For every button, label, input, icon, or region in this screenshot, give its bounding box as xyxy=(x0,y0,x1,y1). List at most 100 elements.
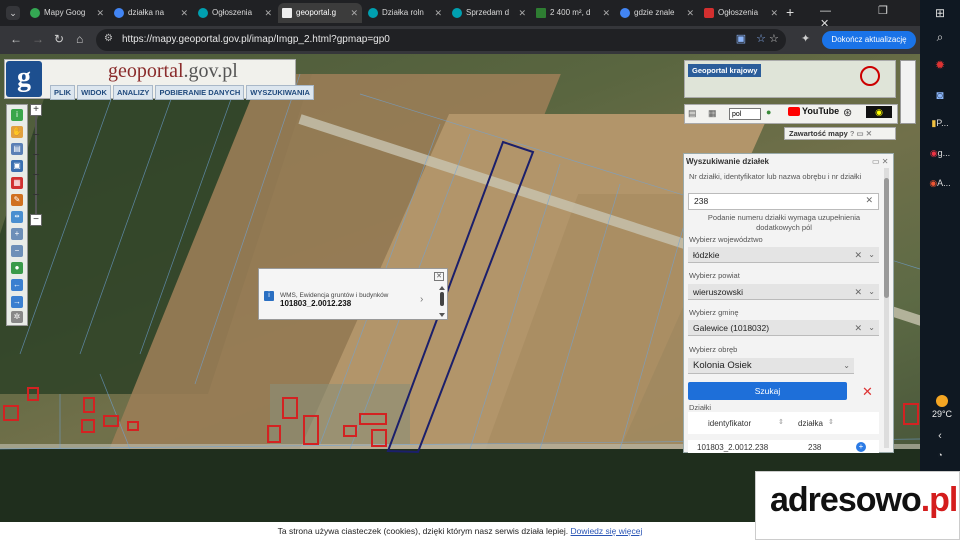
zoom-minus-button[interactable]: − xyxy=(30,214,42,226)
pan-hand-icon[interactable]: ✋ xyxy=(11,126,23,138)
language-select[interactable]: pol xyxy=(729,108,761,120)
taskbar-item[interactable]: ◉g... xyxy=(928,148,952,168)
close-tab-icon[interactable]: ✕ xyxy=(180,3,188,23)
parcel-number-input[interactable]: 238 ✕ xyxy=(688,193,879,210)
map-content-icons[interactable]: ? ▭ ✕ xyxy=(850,129,872,138)
chevron-down-icon[interactable]: ⌄ xyxy=(868,284,875,300)
column-parcel[interactable]: działka xyxy=(798,419,823,428)
contrast-icon[interactable]: ◉ xyxy=(866,106,892,118)
compass-icon[interactable]: ✲ xyxy=(11,311,23,323)
scrollbar-thumb[interactable] xyxy=(884,178,889,298)
camera-icon[interactable]: ◙ xyxy=(928,88,952,108)
side-tools[interactable] xyxy=(900,60,916,124)
menu-wyszukiwania[interactable]: WYSZUKIWANIA xyxy=(246,85,314,100)
zoom-plus-button[interactable]: + xyxy=(30,104,42,116)
clear-icon[interactable]: ✕ xyxy=(854,320,862,336)
globe-icon[interactable]: ● xyxy=(11,262,23,274)
close-tab-icon[interactable]: ✕ xyxy=(770,3,778,23)
reset-icon[interactable]: ✕ xyxy=(862,384,873,400)
menu-plik[interactable]: PLIK xyxy=(50,85,76,100)
close-tab-icon[interactable]: ✕ xyxy=(264,3,272,23)
profile-icon[interactable]: ✦ xyxy=(801,32,810,45)
update-button[interactable]: Dokończ aktualizację xyxy=(822,31,916,49)
tab-dzialka[interactable]: działka na ✕ xyxy=(110,3,192,23)
chevron-down-icon[interactable]: ⌄ xyxy=(868,320,875,336)
clear-icon[interactable]: ✕ xyxy=(854,284,862,300)
app-icon[interactable]: ✹ xyxy=(928,58,952,78)
tab-ogloszenia-2[interactable]: Ogłoszenia ✕ xyxy=(700,3,782,23)
pencil-icon[interactable]: ✎ xyxy=(11,194,23,206)
sort-icon[interactable]: ⇕ xyxy=(778,418,784,426)
popup-close-icon[interactable]: ✕ xyxy=(434,272,444,281)
county-select[interactable]: wieruszowski ✕ ⌄ xyxy=(688,284,879,300)
close-tab-icon[interactable]: ✕ xyxy=(602,3,610,23)
clear-icon[interactable]: ✕ xyxy=(865,195,873,206)
sort-icon[interactable]: ⇕ xyxy=(828,418,834,426)
panel-scrollbar[interactable] xyxy=(884,168,889,448)
precinct-select[interactable]: Kolonia Osiek ⌄ xyxy=(688,358,854,374)
close-tab-icon[interactable]: ✕ xyxy=(350,3,358,23)
windows-start-icon[interactable]: ⊞ xyxy=(928,6,952,26)
popup-scrollbar[interactable] xyxy=(439,286,445,318)
menu-analizy[interactable]: ANALIZY xyxy=(112,85,154,100)
commune-select[interactable]: Galewice (1018032) ✕ ⌄ xyxy=(688,320,879,336)
close-tab-icon[interactable]: ✕ xyxy=(518,3,526,23)
site-settings-icon[interactable]: ⚙ xyxy=(104,33,113,44)
search-icon[interactable]: ⌕ xyxy=(928,30,952,50)
taskbar-item[interactable]: ▮P... xyxy=(928,118,952,138)
forward-icon[interactable]: → xyxy=(32,32,44,46)
arrow-left-icon[interactable]: ← xyxy=(11,279,23,291)
document-icon[interactable]: ▤ xyxy=(11,143,23,155)
tab-2400[interactable]: 2 400 m², d ✕ xyxy=(532,3,614,23)
menu-pobieranie-danych[interactable]: POBIERANIE DANYCH xyxy=(155,85,245,100)
zoom-out-icon[interactable]: − xyxy=(11,245,23,257)
chevron-down-icon[interactable]: ⌄ xyxy=(868,247,875,263)
close-tab-icon[interactable]: ✕ xyxy=(434,3,442,23)
map-content-button[interactable]: Zawartość mapy ? ▭ ✕ xyxy=(784,127,896,140)
pdf-icon[interactable]: ▦ xyxy=(708,108,717,119)
arrow-right-icon[interactable]: → xyxy=(11,296,23,308)
voivodeship-select[interactable]: łódzkie ✕ ⌄ xyxy=(688,247,879,263)
reload-icon[interactable]: ↻ xyxy=(54,32,64,46)
url-text[interactable]: https://mapy.geoportal.gov.pl/imap/Imgp_… xyxy=(122,34,390,45)
column-identifier[interactable]: identyfikator xyxy=(708,419,751,428)
menu-widok[interactable]: WIDOK xyxy=(77,85,111,100)
tab-ogloszenia[interactable]: Ogłoszenia ✕ xyxy=(194,3,276,23)
info-icon[interactable]: i xyxy=(11,109,23,121)
new-tab-button[interactable]: + xyxy=(786,4,794,20)
add-icon[interactable]: + xyxy=(856,442,866,452)
tab-gdzie[interactable]: gdzie znale ✕ xyxy=(616,3,698,23)
search-button[interactable]: Szukaj xyxy=(688,382,847,400)
network-icon[interactable]: ◔ xyxy=(928,450,952,470)
taskbar-item[interactable]: ◉A... xyxy=(928,178,952,198)
popup-parcel-id[interactable]: 101803_2.0012.238 xyxy=(280,299,351,308)
chevron-down-icon[interactable]: ⌄ xyxy=(843,358,850,374)
weather-widget[interactable]: 29°C xyxy=(930,395,954,419)
tab-mapy-google[interactable]: Mapy Goog ✕ xyxy=(26,3,108,23)
tab-search-icon[interactable]: ⌄ xyxy=(6,6,20,20)
help-icon[interactable]: ● xyxy=(766,107,771,117)
close-tab-icon[interactable]: ✕ xyxy=(686,3,694,23)
table-row[interactable]: 101803_2.0012.238 238 xyxy=(688,440,879,453)
chevron-left-icon[interactable]: ‹ xyxy=(928,430,952,450)
layers-icon[interactable]: ▣ xyxy=(11,160,23,172)
chevron-right-icon[interactable]: › xyxy=(420,294,423,305)
tab-geoportal[interactable]: geoportal.g ✕ xyxy=(278,3,362,23)
print-icon[interactable]: ▤ xyxy=(688,108,697,119)
measure-icon[interactable]: ⇹ xyxy=(11,211,23,223)
zoom-in-icon[interactable]: + xyxy=(11,228,23,240)
close-tab-icon[interactable]: ✕ xyxy=(96,3,104,23)
clear-icon[interactable]: ✕ xyxy=(854,247,862,263)
extensions-icon[interactable]: ☆ xyxy=(769,32,779,45)
zoom-slider[interactable]: + − xyxy=(30,104,42,226)
address-bar[interactable]: ⚙ https://mapy.geoportal.gov.pl/imap/Img… xyxy=(96,29,786,51)
cookie-learn-more-link[interactable]: Dowiedz się więcej xyxy=(571,526,643,536)
accessibility-icon[interactable]: ⊛ xyxy=(843,106,852,119)
print-icon[interactable]: ▦ xyxy=(11,177,23,189)
panel-window-controls[interactable]: ▭ ✕ xyxy=(872,157,888,166)
back-icon[interactable]: ← xyxy=(10,32,22,46)
tab-dzialka-rolna[interactable]: Działka roln ✕ xyxy=(364,3,446,23)
youtube-link[interactable]: YouTube xyxy=(788,106,839,117)
tab-sprzedam[interactable]: Sprzedam d ✕ xyxy=(448,3,530,23)
home-icon[interactable]: ⌂ xyxy=(76,32,83,46)
